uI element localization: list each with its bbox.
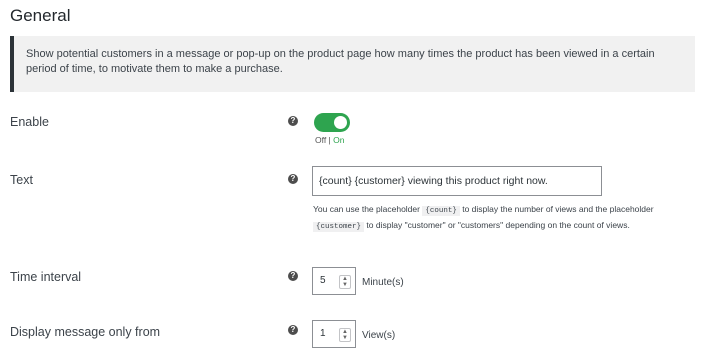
toggle-on-label: On	[333, 135, 345, 145]
desc-part-3: to display "customer" or "customers" dep…	[364, 220, 630, 230]
desc-part-2: to display the number of views and the p…	[459, 204, 654, 214]
help-icon[interactable]: ?	[288, 174, 298, 184]
text-input[interactable]	[312, 166, 602, 196]
toggle-state-text: Off | On	[315, 135, 344, 145]
help-icon[interactable]: ?	[288, 271, 298, 281]
enable-toggle[interactable]	[314, 113, 350, 132]
help-icon[interactable]: ?	[288, 116, 298, 126]
enable-label: Enable	[10, 115, 49, 129]
toggle-off-label: Off	[315, 135, 327, 145]
page-title: General	[10, 6, 71, 25]
display-from-unit: View(s)	[362, 330, 396, 341]
text-label: Text	[10, 173, 33, 187]
text-description: You can use the placeholder {count} to d…	[313, 202, 693, 234]
display-from-label: Display message only from	[10, 325, 161, 339]
spinner-arrows-icon[interactable]: ▲ ▼	[339, 328, 351, 342]
time-interval-value: 5	[320, 275, 326, 286]
display-from-value: 1	[320, 328, 326, 339]
display-from-input[interactable]: 1 ▲ ▼	[312, 320, 356, 348]
code-count: {count}	[422, 206, 460, 216]
time-interval-label: Time interval	[10, 270, 82, 284]
time-interval-unit: Minute(s)	[362, 277, 404, 288]
desc-part-1: You can use the placeholder	[313, 204, 423, 214]
toggle-knob	[334, 116, 347, 129]
help-icon[interactable]: ?	[288, 325, 298, 335]
code-customer: {customer}	[313, 222, 365, 232]
time-interval-input[interactable]: 5 ▲ ▼	[312, 267, 356, 295]
info-notice: Show potential customers in a message or…	[10, 36, 695, 92]
spinner-arrows-icon[interactable]: ▲ ▼	[339, 275, 351, 289]
